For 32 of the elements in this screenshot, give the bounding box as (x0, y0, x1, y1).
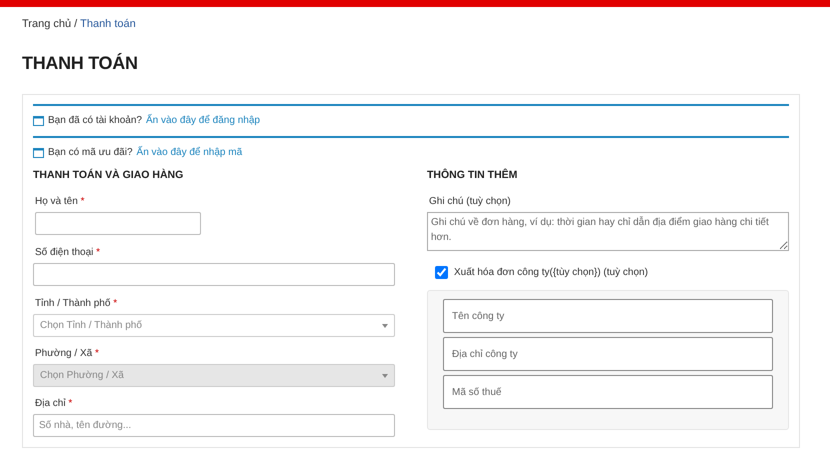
caret-icon (382, 324, 388, 328)
input-field[interactable]: Mã số thuế (443, 375, 773, 409)
checkbox-label: Xuất hóa đơn công ty({tùy chọn}) (tuỳ chọn) (454, 266, 648, 280)
page-title: THANH TOÁN (22, 52, 139, 74)
breadcrumb-item: Trang chủ (22, 18, 72, 30)
window-icon (33, 116, 44, 126)
select-field[interactable]: Chọn Tỉnh / Thành phố (33, 314, 395, 337)
notice-link[interactable]: Ấn vào đây để đăng nhập (146, 113, 260, 128)
notice-text: Bạn có mã ưu đãi? (48, 146, 133, 160)
select-placeholder: Chọn Tỉnh / Thành phố (40, 319, 142, 333)
select-placeholder: Chọn Phường / Xã (40, 369, 124, 383)
field-label: Địa chỉ * (35, 397, 74, 410)
notice-text: Bạn đã có tài khoản? (48, 114, 142, 128)
input-field[interactable] (33, 263, 395, 286)
window-icon (33, 148, 44, 158)
notice-link[interactable]: Ấn vào đây để nhập mã (136, 145, 242, 160)
field-label: Số điện thoại * (35, 246, 102, 259)
breadcrumb-separator: / (73, 18, 78, 30)
input-field[interactable]: Tên công ty (443, 299, 773, 333)
input-field[interactable]: Địa chỉ công ty (443, 337, 773, 371)
field-label: Phường / Xã * (35, 347, 100, 360)
section-heading: THANH TOÁN VÀ GIAO HÀNG (33, 168, 184, 183)
field-label: Tỉnh / Thành phố * (35, 297, 118, 310)
checkbox[interactable] (435, 266, 448, 279)
input-field[interactable] (35, 212, 201, 235)
field-label: Họ và tên * (35, 195, 86, 208)
section-heading: THÔNG TIN THÊM (427, 168, 518, 183)
caret-icon (382, 374, 388, 378)
note-field[interactable]: Ghi chú về đơn hàng, ví dụ: thời gian hay chỉ dẫn địa điểm giao hàng chi tiết hơn. (427, 212, 789, 251)
breadcrumb-link[interactable]: Thanh toán (80, 18, 136, 30)
field-label: Ghi chú (tuỳ chọn) (429, 195, 512, 208)
input-field[interactable]: Số nhà, tên đường... (33, 414, 395, 437)
